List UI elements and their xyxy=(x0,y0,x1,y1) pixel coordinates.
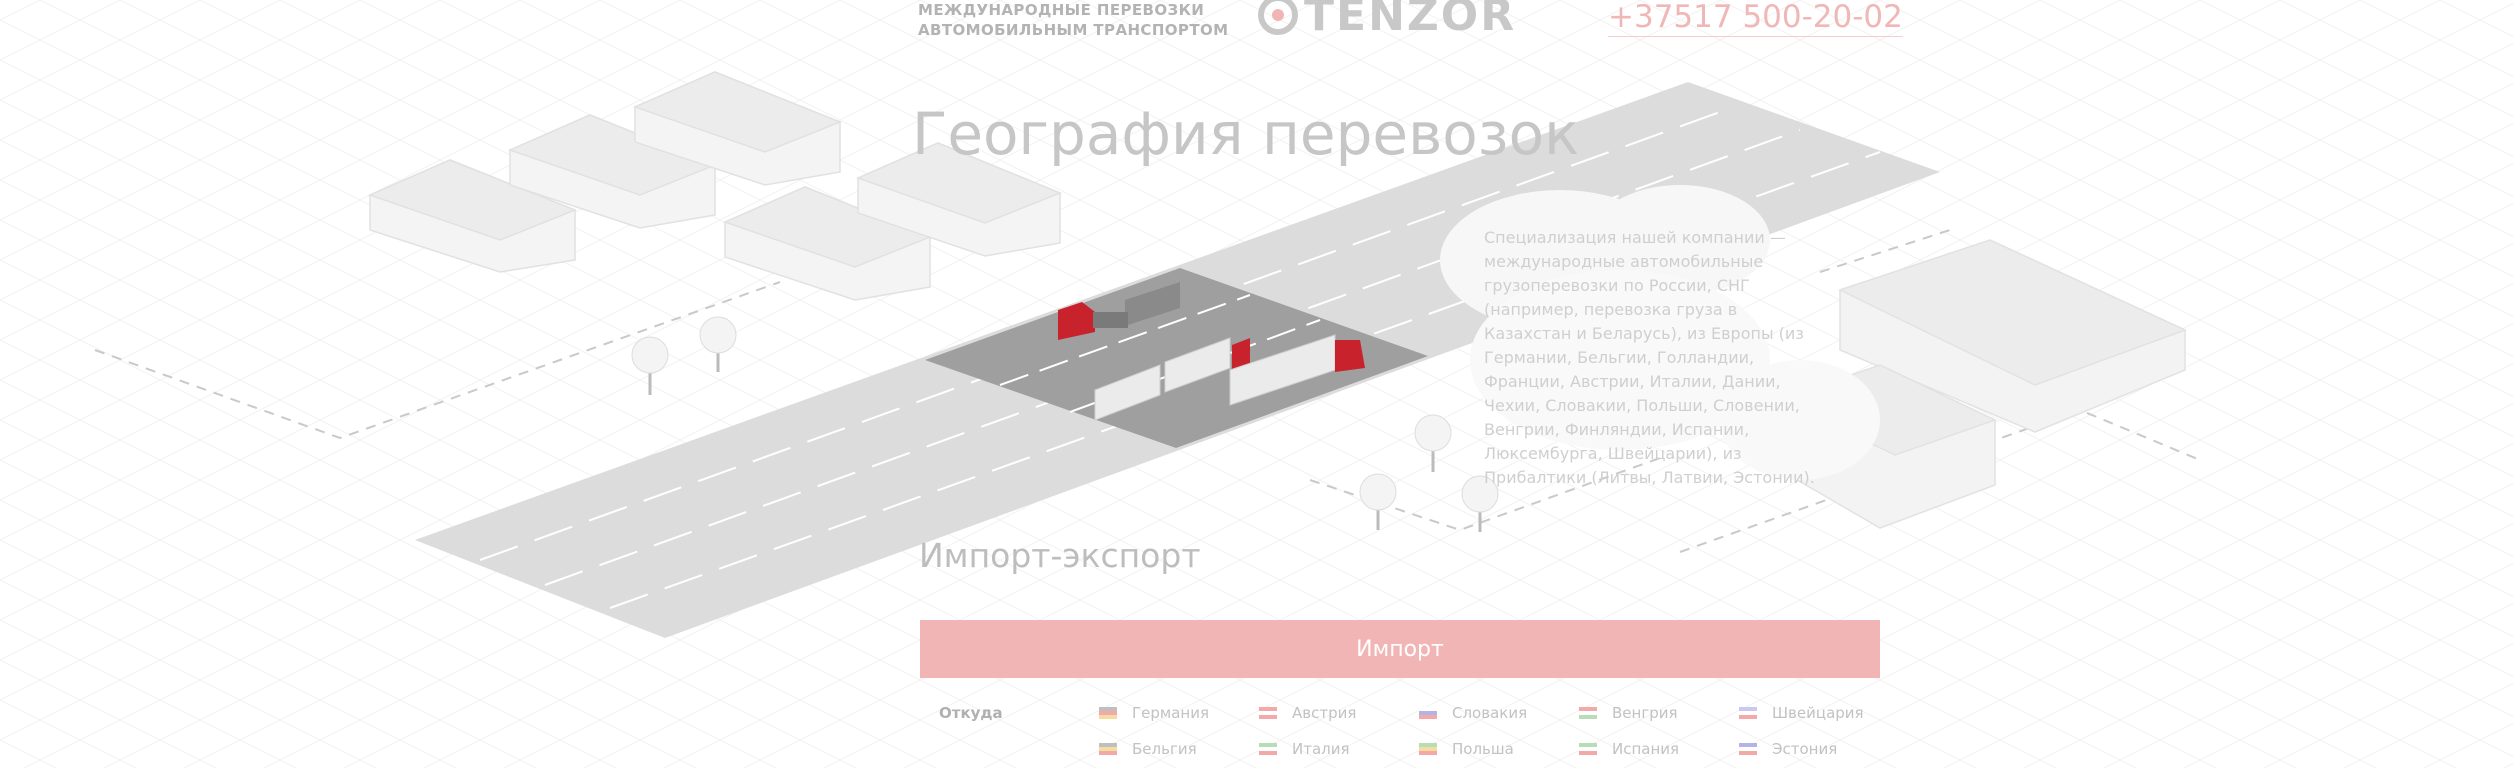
country-name: Словакия xyxy=(1452,704,1528,722)
tab-import[interactable]: Импорт xyxy=(920,620,1880,678)
spain-flag-icon xyxy=(1579,743,1597,755)
tagline-line-1: МЕЖДУНАРОДНЫЕ ПЕРЕВОЗКИ xyxy=(918,1,1205,19)
country-item[interactable]: Эстония xyxy=(1739,740,1837,758)
country-name: Польша xyxy=(1452,740,1514,758)
austria-flag-icon xyxy=(1259,707,1277,719)
estonia-flag-icon xyxy=(1739,743,1757,755)
poland-flag-icon xyxy=(1419,743,1437,755)
logo-text: TENZOR xyxy=(1304,0,1517,41)
country-item[interactable]: Словакия xyxy=(1419,704,1527,722)
hungary-flag-icon xyxy=(1579,707,1597,719)
phone-link[interactable]: +37517 500-20-02 xyxy=(1608,0,1903,37)
header-tagline: МЕЖДУНАРОДНЫЕ ПЕРЕВОЗКИ АВТОМОБИЛЬНЫМ ТР… xyxy=(918,0,1228,40)
switzerland-flag-icon xyxy=(1739,707,1757,719)
logo-mark-icon xyxy=(1258,0,1298,35)
page-title: География перевозок xyxy=(912,100,1580,168)
country-name: Эстония xyxy=(1772,740,1838,758)
country-item[interactable]: Испания xyxy=(1579,740,1679,758)
country-item[interactable]: Германия xyxy=(1099,704,1209,722)
country-name: Италия xyxy=(1292,740,1350,758)
country-name: Швейцария xyxy=(1772,704,1864,722)
belgium-flag-icon xyxy=(1099,743,1117,755)
description-text: Специализация нашей компании — междунаро… xyxy=(1484,228,1815,487)
country-name: Австрия xyxy=(1292,704,1357,722)
country-item[interactable]: Швейцария xyxy=(1739,704,1864,722)
country-item[interactable]: Венгрия xyxy=(1579,704,1678,722)
tagline-line-2: АВТОМОБИЛЬНЫМ ТРАНСПОРТОМ xyxy=(918,21,1229,39)
italy-flag-icon xyxy=(1259,743,1277,755)
country-item[interactable]: Бельгия xyxy=(1099,740,1197,758)
section-title: Импорт-экспорт xyxy=(919,536,1201,575)
from-label: Откуда xyxy=(939,704,1003,722)
logo[interactable]: TENZOR xyxy=(1256,0,1556,41)
country-name: Испания xyxy=(1612,740,1680,758)
country-name: Бельгия xyxy=(1132,740,1197,758)
country-item[interactable]: Италия xyxy=(1259,740,1350,758)
country-item[interactable]: Австрия xyxy=(1259,704,1356,722)
country-item[interactable]: Польша xyxy=(1419,740,1514,758)
country-name: Венгрия xyxy=(1612,704,1678,722)
germany-flag-icon xyxy=(1099,707,1117,719)
slovakia-flag-icon xyxy=(1419,707,1437,719)
country-name: Германия xyxy=(1132,704,1209,722)
